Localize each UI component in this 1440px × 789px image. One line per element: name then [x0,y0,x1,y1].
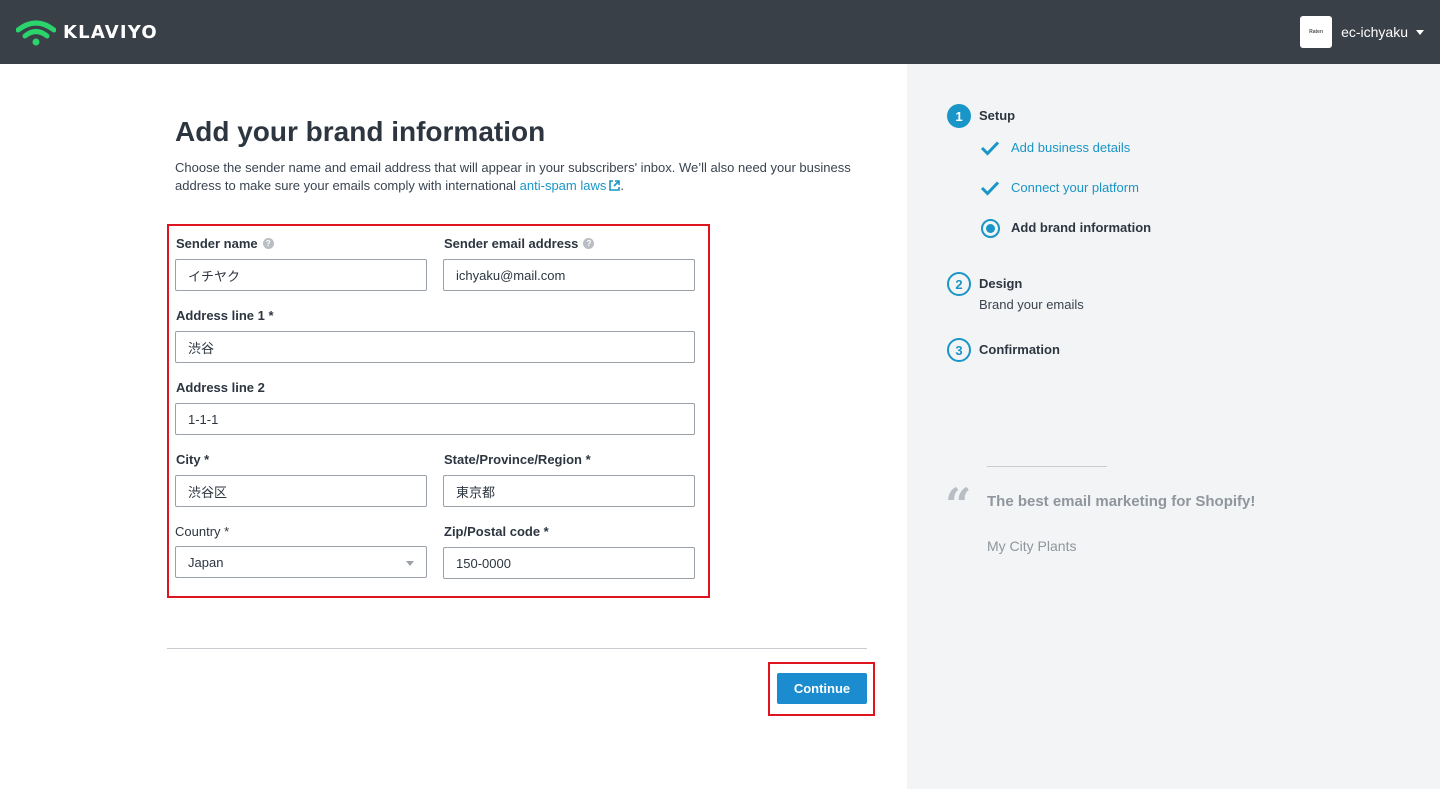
step-2-title: Design [979,276,1023,291]
sender-name-label: Sender name? [176,236,274,251]
step-1-title: Setup [979,108,1016,123]
address-line-2-input[interactable]: 1-1-1 [175,403,695,435]
logo-text: KLAVIYO [63,21,158,43]
continue-button[interactable]: Continue [777,673,867,704]
progress-sidebar: 1 Setup Add business details Connect you… [907,64,1440,789]
country-select[interactable]: Japan [175,546,427,578]
sender-email-label-text: Sender email address [444,236,579,251]
quote-mark-icon: “ [945,478,972,532]
wifi-logo-icon [16,20,56,46]
testimonial-author: My City Plants [987,538,1077,554]
sender-email-input[interactable]: ichyaku@mail.com [443,259,695,291]
help-icon[interactable]: ? [262,238,274,249]
substep-add-business-details[interactable]: Add business details [1011,140,1130,155]
substep-add-brand-information: Add brand information [1011,220,1152,235]
testimonial-quote: The best email marketing for Shopify! [987,493,1256,510]
chevron-down-icon [1416,29,1424,35]
check-icon [980,181,1000,196]
address-line-1-label: Address line 1 * [176,308,274,323]
address-line-2-label: Address line 2 [176,380,265,395]
state-label: State/Province/Region * [444,452,591,467]
zip-input[interactable]: 150-0000 [443,547,695,579]
step-3-badge: 3 [947,338,971,362]
state-input[interactable]: 東京都 [443,475,695,507]
page-description: Choose the sender name and email address… [175,159,855,195]
top-bar: KLAVIYO Raten ec-ichyaku [0,0,1440,64]
anti-spam-laws-link[interactable]: anti-spam laws [520,178,621,193]
country-select-value: Japan [188,554,224,570]
quote-divider [987,466,1107,467]
step-2-subtitle: Brand your emails [979,297,1084,312]
description-end: . [620,178,624,193]
avatar: Raten [1300,16,1333,48]
help-icon[interactable]: ? [583,238,595,249]
address-line-1-input[interactable]: 渋谷 [175,331,695,363]
account-menu[interactable]: Raten ec-ichyaku [1300,16,1424,48]
substep-connect-platform[interactable]: Connect your platform [1011,180,1139,195]
main-content: Add your brand information Choose the se… [0,64,907,789]
sender-name-label-text: Sender name [176,236,258,251]
step-1-badge: 1 [947,104,971,128]
city-label: City * [176,452,210,467]
chevron-down-icon [406,561,414,566]
avatar-text: Raten [1309,29,1324,35]
sender-email-label: Sender email address? [444,236,595,251]
sender-name-input[interactable]: イチヤク [175,259,427,291]
page-title: Add your brand information [175,116,546,147]
country-label: Country * [175,524,230,539]
external-link-icon [609,180,621,191]
current-step-radio-icon [981,219,1000,238]
check-icon [980,141,1000,156]
account-name: ec-ichyaku [1341,24,1408,40]
form-divider [167,648,867,649]
anti-spam-link-text: anti-spam laws [519,178,607,193]
city-input[interactable]: 渋谷区 [175,475,427,507]
description-text: Choose the sender name and email address… [175,160,851,193]
klaviyo-logo[interactable]: KLAVIYO [16,17,158,47]
step-3-title: Confirmation [979,342,1060,357]
step-2-badge: 2 [947,272,971,296]
zip-label: Zip/Postal code * [444,524,549,539]
